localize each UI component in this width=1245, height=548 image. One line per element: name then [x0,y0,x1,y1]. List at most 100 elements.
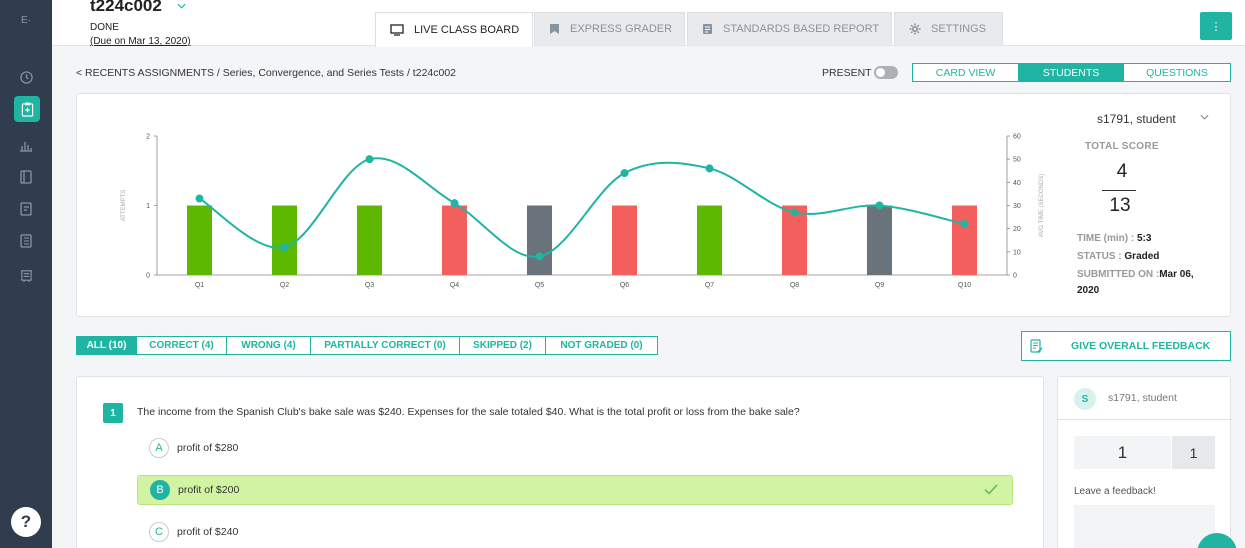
assignment-icon[interactable] [14,96,40,122]
status-info: STATUS : Graded [1077,251,1160,262]
tab-settings[interactable]: SETTINGS [894,12,1003,45]
submitted-info: SUBMITTED ON :Mar 06, [1077,269,1194,280]
bar-q9 [867,205,892,275]
x-tick-label: Q2 [280,282,289,289]
score-value: 4 [1116,161,1128,182]
filter-all[interactable]: ALL (10) [76,336,137,355]
avg-time-line [198,157,965,258]
clock-icon[interactable] [15,66,37,88]
time-info: TIME (min) : 5:3 [1077,233,1152,244]
option-text: profit of $240 [177,526,239,538]
feedback-textarea[interactable] [1074,505,1215,548]
feedback-icon [1030,338,1043,353]
y-tick-label: 1 [146,203,150,210]
avg-time-point-q8 [790,208,799,217]
book-alt-icon[interactable] [15,198,37,220]
x-tick-label: Q4 [450,282,459,289]
divider [1058,419,1232,420]
bar-q2 [272,205,297,275]
x-tick-label: Q9 [875,282,884,289]
answer-option-b[interactable]: B profit of $200 [137,475,1013,505]
question-text: The income from the Spanish Club's bake … [137,406,800,418]
attempts-time-chart: 0120102030405060ATTEMPTS AVG TIME (SECOND… [121,134,1045,290]
submitted-year: 2020 [1077,285,1100,296]
avg-time-point-q2 [280,243,289,252]
y2-tick-label: 20 [1013,226,1021,233]
question-score-input[interactable]: 1 [1074,436,1171,469]
left-sidebar: E· ? [0,0,52,548]
y2-tick-label: 10 [1013,249,1021,256]
filter-skipped[interactable]: SKIPPED (2) [459,336,546,355]
bar-chart-icon[interactable] [15,135,37,157]
bookmark-icon [550,24,559,34]
score-divider [1102,190,1136,191]
x-tick-label: Q8 [790,282,799,289]
x-tick-label: Q3 [365,282,374,289]
top-header: t224c002 DONE (Due on Mar 13, 2020) LIVE… [52,0,1245,47]
bar-q10 [952,205,977,275]
y2-tick-label: 0 [1013,273,1017,280]
avg-time-point-q1 [195,194,204,203]
x-tick-label: Q10 [958,282,971,289]
more-menu-button[interactable]: ⋮ [1200,12,1232,40]
bar-q1 [187,205,212,275]
question-number: 1 [103,403,123,423]
y-axis-title: ATTEMPTS [121,190,127,222]
question-filter-bar: ALL (10) CORRECT (4) WRONG (4) PARTIALLY… [76,336,658,355]
chevron-down-icon[interactable] [177,1,186,11]
y2-tick-label: 30 [1013,203,1021,210]
answer-option-a[interactable]: A profit of $280 [137,433,1013,463]
tab-live-class-board[interactable]: LIVE CLASS BOARD [375,12,533,47]
give-overall-feedback-button[interactable]: GIVE OVERALL FEEDBACK [1021,331,1231,361]
student-performance-card: 0 1 2 0 10 20 30 40 50 60 ATTEMPTS AVG TIME (SECOND… [76,93,1231,317]
feedback-student-name: s1791, student [1108,392,1177,404]
report-icon [703,24,712,34]
avg-time-point-q7 [705,164,714,173]
monitor-icon [390,24,404,36]
bar-q5 [527,205,552,275]
answer-option-c[interactable]: C profit of $240 [137,517,1013,547]
avg-time-point-q9 [875,201,884,210]
x-tick-label: Q1 [195,282,204,289]
question-max-score: 1 [1172,436,1215,469]
option-letter: B [150,480,170,500]
notebook-icon[interactable] [15,230,37,252]
present-toggle[interactable] [874,66,898,79]
filter-partially-correct[interactable]: PARTIALLY CORRECT (0) [310,336,460,355]
bar-q7 [697,205,722,275]
student-selector[interactable]: s1791, student [1097,112,1176,126]
option-text: profit of $280 [177,442,239,454]
question-card: 1 The income from the Spanish Club's bak… [76,376,1044,548]
assignment-title[interactable]: t224c002 [90,0,162,16]
tab-label: STANDARDS BASED REPORT [723,23,880,35]
filter-not-graded[interactable]: NOT GRADED (0) [545,336,658,355]
present-label: PRESENT [822,67,872,79]
assignment-status: DONE [90,22,119,33]
report-icon[interactable] [15,264,37,286]
option-letter: A [149,438,169,458]
student-feedback-panel: S s1791, student 1 1 Leave a feedback! [1057,376,1232,548]
chevron-down-icon[interactable] [1200,112,1209,123]
tab-label: EXPRESS GRADER [570,23,673,35]
tab-express-grader[interactable]: EXPRESS GRADER [534,12,685,45]
y2-tick-label: 50 [1013,157,1021,164]
questions-view-button[interactable]: QUESTIONS [1123,63,1231,82]
total-score-label: TOTAL SCORE [1085,141,1159,152]
breadcrumb[interactable]: < RECENTS ASSIGNMENTS / Series, Converge… [76,67,456,79]
help-button[interactable]: ? [11,507,41,537]
tab-standards-based-report[interactable]: STANDARDS BASED REPORT [687,12,892,45]
app-logo[interactable]: E· [0,8,52,30]
y-tick-label: 0 [146,273,150,280]
x-tick-label: Q6 [620,282,629,289]
filter-wrong[interactable]: WRONG (4) [226,336,311,355]
filter-correct[interactable]: CORRECT (4) [136,336,227,355]
bar-q6 [612,205,637,275]
y2-tick-label: 40 [1013,180,1021,187]
avg-time-point-q10 [960,220,969,229]
card-view-button[interactable]: CARD VIEW [912,63,1019,82]
book-icon[interactable] [15,166,37,188]
option-letter: C [149,522,169,542]
x-tick-label: Q7 [705,282,714,289]
students-view-button[interactable]: STUDENTS [1019,63,1123,82]
checkmark-icon [984,482,998,498]
